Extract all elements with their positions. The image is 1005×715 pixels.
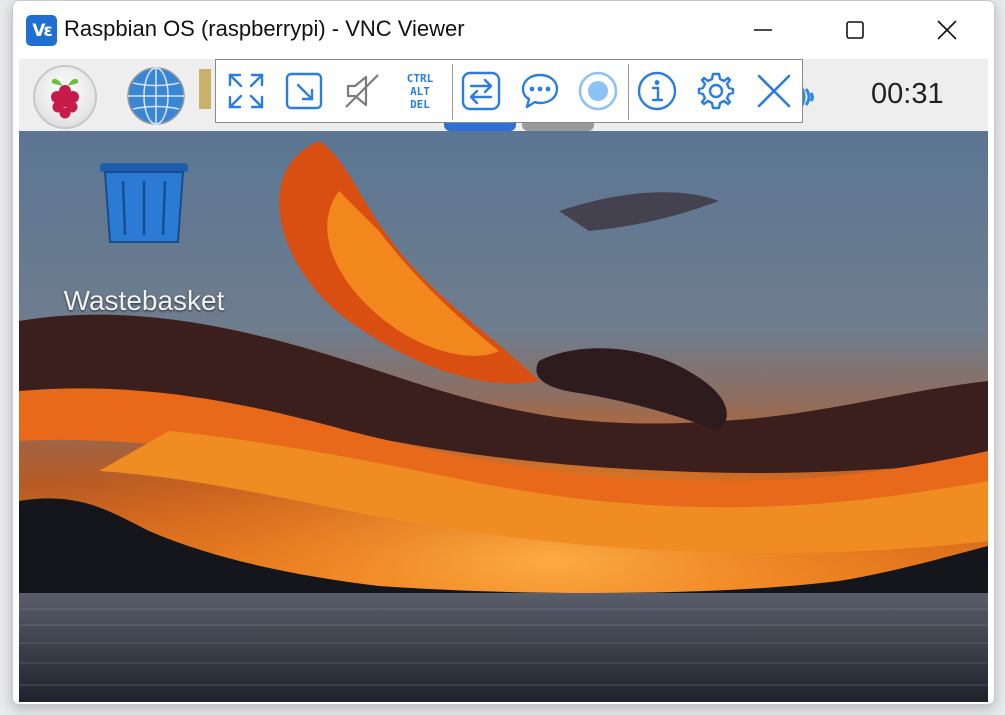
file-transfer-button[interactable] bbox=[458, 68, 504, 114]
scale-to-window-icon bbox=[285, 72, 323, 110]
close-window-button[interactable] bbox=[901, 1, 993, 59]
wastebasket-label: Wastebasket bbox=[63, 285, 225, 316]
fullscreen-button[interactable] bbox=[223, 68, 269, 114]
app-indicator[interactable] bbox=[522, 123, 594, 131]
chat-icon bbox=[521, 73, 559, 109]
toolbar-separator bbox=[452, 64, 453, 120]
maximize-button[interactable] bbox=[809, 1, 901, 59]
desktop-area[interactable]: Wastebasket bbox=[19, 131, 988, 702]
raspberry-icon bbox=[51, 78, 79, 119]
info-button[interactable] bbox=[634, 68, 680, 114]
info-icon bbox=[637, 71, 677, 111]
taskbar-launcher-partial[interactable] bbox=[199, 69, 211, 109]
expand-arrows-icon bbox=[228, 73, 264, 109]
minimize-button[interactable] bbox=[717, 1, 809, 59]
file-transfer-icon bbox=[461, 71, 501, 111]
app-icon-text: Vε bbox=[32, 20, 53, 41]
record-icon bbox=[578, 71, 618, 111]
toolbar-separator bbox=[628, 64, 629, 120]
title-bar[interactable]: Vε Raspbian OS (raspberrypi) - VNC Viewe… bbox=[13, 1, 994, 59]
chat-button[interactable] bbox=[517, 68, 563, 114]
close-icon bbox=[937, 20, 957, 40]
raspberry-menu-button[interactable] bbox=[33, 65, 97, 129]
taskbar-clock: 00:31 bbox=[871, 78, 944, 110]
active-app-indicator[interactable] bbox=[444, 123, 516, 131]
scale-button[interactable] bbox=[281, 68, 327, 114]
globe-icon bbox=[127, 67, 185, 125]
web-browser-launcher[interactable] bbox=[126, 66, 186, 126]
gear-icon bbox=[697, 72, 735, 110]
disconnect-button[interactable] bbox=[751, 68, 797, 114]
audio-muted-icon bbox=[345, 74, 379, 108]
remote-desktop-view[interactable]: 00:31 Wastebasket CTRL ALT DEL bbox=[19, 59, 988, 702]
vnc-viewer-window: Vε Raspbian OS (raspberrypi) - VNC Viewe… bbox=[12, 0, 995, 705]
window-title: Raspbian OS (raspberrypi) - VNC Viewer bbox=[64, 16, 465, 41]
minimize-icon bbox=[754, 29, 772, 31]
vnc-toolbar: CTRL ALT DEL bbox=[215, 59, 803, 123]
alt-label: ALT bbox=[410, 84, 430, 98]
settings-button[interactable] bbox=[693, 68, 739, 114]
close-icon bbox=[757, 74, 791, 108]
wastebasket-icon bbox=[100, 163, 188, 243]
del-label: DEL bbox=[410, 97, 430, 111]
ctrl-label: CTRL bbox=[406, 71, 434, 85]
vnc-viewer-app-icon: Vε bbox=[26, 15, 57, 46]
ctrl-alt-del-icon: CTRL ALT DEL bbox=[407, 72, 434, 111]
maximize-icon bbox=[846, 21, 864, 39]
ctrl-alt-del-button[interactable]: CTRL ALT DEL bbox=[397, 68, 443, 114]
wastebasket-desktop-icon[interactable]: Wastebasket bbox=[49, 161, 239, 316]
audio-button[interactable] bbox=[339, 68, 385, 114]
record-button[interactable] bbox=[575, 68, 621, 114]
